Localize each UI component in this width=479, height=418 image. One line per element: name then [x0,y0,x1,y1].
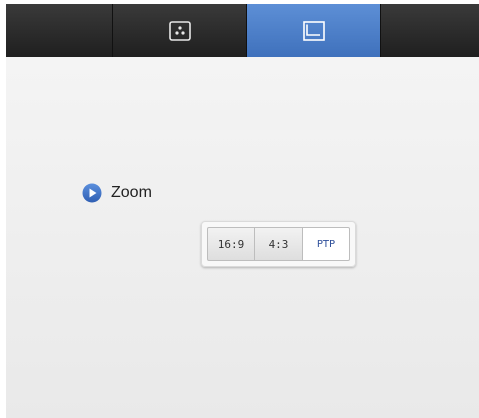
picture-frame-icon [302,20,325,41]
tab-blank-left[interactable] [6,4,113,57]
tab-picture-size[interactable] [247,4,381,57]
zoom-setting-row: Zoom [82,173,152,213]
zoom-option-4-3[interactable]: 4:3 [255,227,303,261]
zoom-segmented-control: 16:9 4:3 PTP [201,221,356,267]
play-icon [82,183,102,203]
three-dots-icon [168,20,191,41]
tab-blank-right[interactable] [381,4,479,57]
zoom-label: Zoom [111,184,152,201]
zoom-option-ptp[interactable]: PTP [303,227,350,261]
tab-effects[interactable] [113,4,247,57]
top-tab-bar [6,4,479,57]
zoom-option-16-9[interactable]: 16:9 [207,227,255,261]
app-window: Zoom 16:9 4:3 PTP [6,4,479,418]
